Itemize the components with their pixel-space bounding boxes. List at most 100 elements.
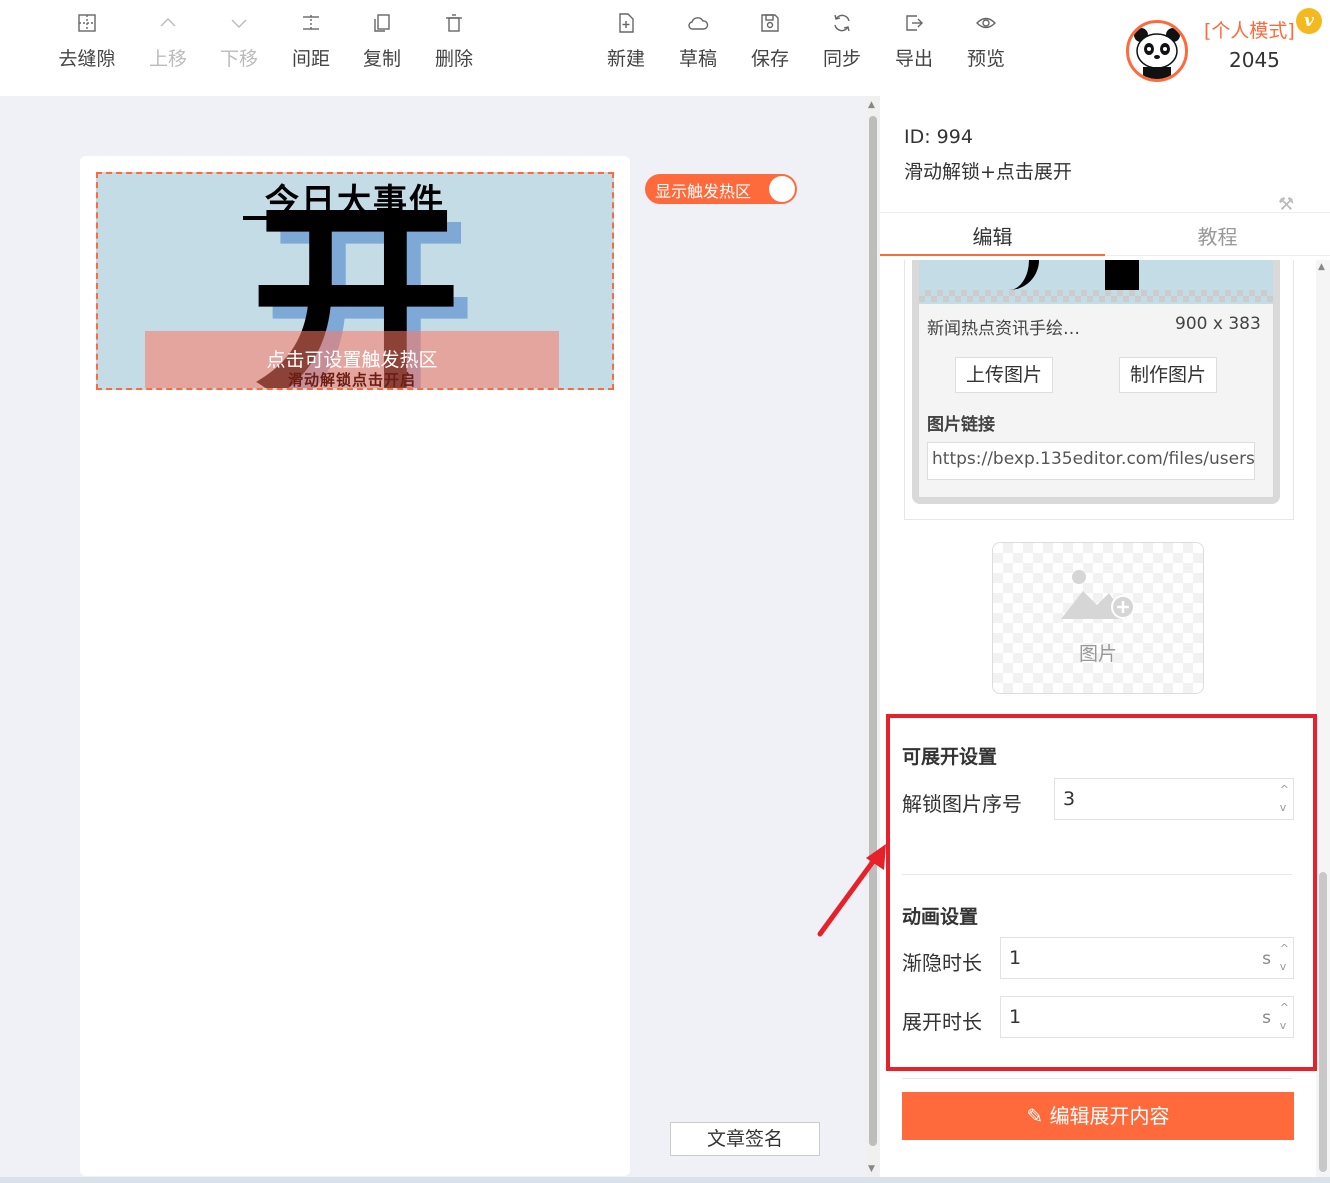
unlock-index-label: 解锁图片序号 bbox=[902, 792, 1022, 816]
article-signature-button[interactable]: 文章签名 bbox=[670, 1122, 820, 1156]
vip-badge-icon: v bbox=[1296, 8, 1322, 34]
bottom-border bbox=[0, 1177, 1330, 1183]
expand-duration-label: 展开时长 bbox=[902, 1010, 982, 1034]
make-image-button[interactable]: 制作图片 bbox=[1119, 357, 1218, 393]
tab-tutorial[interactable]: 教程 bbox=[1105, 221, 1330, 250]
animation-settings-title: 动画设置 bbox=[902, 906, 979, 928]
sync-icon bbox=[807, 12, 877, 42]
unlock-index-value: 3 bbox=[1063, 788, 1076, 810]
save-label: 保存 bbox=[750, 48, 789, 70]
copy-label: 复制 bbox=[362, 48, 401, 70]
stepper-arrows-icon[interactable]: ^ v bbox=[1280, 940, 1289, 976]
panel-scroll-up-icon[interactable]: ▲ bbox=[1318, 262, 1325, 272]
upload-image-button[interactable]: 上传图片 bbox=[955, 357, 1054, 393]
scroll-down-icon[interactable]: ▼ bbox=[868, 1164, 875, 1174]
trash-icon bbox=[419, 12, 489, 42]
grid-icon bbox=[52, 12, 122, 42]
fade-duration-label: 渐隐时长 bbox=[902, 951, 982, 975]
export-label: 导出 bbox=[894, 48, 933, 70]
expand-duration-value: 1 bbox=[1009, 1006, 1022, 1028]
fade-duration-input[interactable]: 1 s ^ v bbox=[1000, 937, 1294, 979]
chevron-up-icon bbox=[133, 12, 203, 42]
properties-panel: ID: 994 滑动解锁+点击展开 ⚒ 编辑 教程 新闻热点资讯手绘… 900 … bbox=[880, 96, 1330, 1183]
stepper-arrows-icon[interactable]: ^ v bbox=[1280, 781, 1289, 817]
image-link-label: 图片链接 bbox=[927, 415, 995, 435]
avatar[interactable] bbox=[1126, 20, 1188, 82]
remove-gap-button[interactable]: 去缝隙 bbox=[52, 12, 122, 71]
hotzone-label: 点击可设置触发热区 bbox=[266, 349, 438, 371]
toolbar: 去缝隙 上移 下移 间距 复制 删除 新建 草稿 保存 同步 导出 预览 [个人… bbox=[0, 0, 1330, 96]
personal-mode-link[interactable]: [个人模式] bbox=[1204, 16, 1295, 43]
banner-underline bbox=[243, 216, 443, 220]
copy-button[interactable]: 复制 bbox=[347, 12, 417, 71]
remove-gap-label: 去缝隙 bbox=[58, 48, 116, 70]
image-name: 新闻热点资讯手绘… bbox=[927, 319, 1080, 339]
user-area: [个人模式] v 2045 bbox=[1126, 8, 1326, 82]
fade-duration-value: 1 bbox=[1009, 947, 1022, 969]
show-hotzone-toggle[interactable]: 显示触发热区 bbox=[645, 174, 797, 204]
section-divider bbox=[902, 1078, 1292, 1079]
panel-scrollbar[interactable]: ▲ bbox=[1316, 260, 1330, 1183]
image-thumbnail[interactable] bbox=[919, 260, 1273, 304]
image-link-input[interactable]: https://bexp.135editor.com/files/users/1… bbox=[927, 442, 1255, 480]
editor-canvas: 开 今日大事件 点击可设置触发热区 滑动解锁点击开启 显示触发热区 文章签名 bbox=[0, 96, 866, 1183]
sync-label: 同步 bbox=[822, 48, 861, 70]
export-icon bbox=[879, 12, 949, 42]
new-file-icon bbox=[591, 12, 661, 42]
trigger-hotzone[interactable]: 点击可设置触发热区 滑动解锁点击开启 bbox=[145, 331, 559, 389]
spacing-label: 间距 bbox=[291, 48, 330, 70]
tab-edit[interactable]: 编辑 bbox=[880, 221, 1105, 250]
hotzone-sublabel: 滑动解锁点击开启 bbox=[287, 371, 416, 389]
section-divider bbox=[902, 874, 1292, 875]
edit-expand-content-button[interactable]: ✎ 编辑展开内容 bbox=[902, 1092, 1294, 1140]
thumbnail-fragment bbox=[1009, 260, 1039, 290]
new-button[interactable]: 新建 bbox=[591, 12, 661, 71]
copy-icon bbox=[347, 12, 417, 42]
chevron-down-icon bbox=[204, 12, 274, 42]
draft-label: 草稿 bbox=[678, 48, 717, 70]
move-up-button[interactable]: 上移 bbox=[133, 12, 203, 71]
expand-duration-unit: s bbox=[1262, 1008, 1271, 1028]
save-icon bbox=[735, 12, 805, 42]
expand-settings-title: 可展开设置 bbox=[902, 746, 998, 768]
image-size: 900 x 383 bbox=[1175, 314, 1261, 334]
canvas-scrollbar[interactable]: ▲ ▼ bbox=[866, 96, 880, 1183]
spacing-button[interactable]: 间距 bbox=[276, 12, 346, 71]
scroll-up-icon[interactable]: ▲ bbox=[868, 100, 875, 110]
preview-label: 预览 bbox=[966, 48, 1005, 70]
add-image-label: 图片 bbox=[1078, 643, 1117, 665]
transparency-pattern bbox=[919, 290, 1273, 302]
cloud-icon bbox=[663, 12, 733, 42]
article-preview: 开 今日大事件 点击可设置触发热区 滑动解锁点击开启 bbox=[80, 156, 630, 1176]
preview-button[interactable]: 预览 bbox=[951, 12, 1021, 71]
export-button[interactable]: 导出 bbox=[879, 12, 949, 71]
expand-duration-input[interactable]: 1 s ^ v bbox=[1000, 996, 1294, 1038]
thumbnail-fragment-2 bbox=[1105, 260, 1139, 290]
image-settings-card: 新闻热点资讯手绘… 900 x 383 上传图片 制作图片 图片链接 https… bbox=[904, 260, 1294, 520]
move-down-button[interactable]: 下移 bbox=[204, 12, 274, 71]
add-image-button[interactable]: 图片 bbox=[992, 542, 1204, 694]
add-image-icon bbox=[1061, 570, 1135, 619]
user-count: 2045 bbox=[1229, 48, 1280, 72]
draft-button[interactable]: 草稿 bbox=[663, 12, 733, 71]
pencil-icon: ✎ bbox=[1026, 1104, 1050, 1128]
slide-unlock-banner[interactable]: 开 今日大事件 点击可设置触发热区 滑动解锁点击开启 bbox=[96, 172, 614, 390]
active-tab-indicator bbox=[880, 254, 1105, 256]
stepper-arrows-icon[interactable]: ^ v bbox=[1280, 999, 1289, 1035]
template-name: 滑动解锁+点击展开 bbox=[904, 161, 1072, 183]
show-hotzone-label: 显示触发热区 bbox=[655, 182, 752, 201]
save-button[interactable]: 保存 bbox=[735, 12, 805, 71]
eye-icon bbox=[951, 12, 1021, 42]
fade-duration-unit: s bbox=[1262, 949, 1271, 969]
sync-button[interactable]: 同步 bbox=[807, 12, 877, 71]
panel-tabs: 编辑 教程 bbox=[880, 212, 1330, 256]
move-down-label: 下移 bbox=[219, 48, 258, 70]
image-item: 新闻热点资讯手绘… 900 x 383 上传图片 制作图片 图片链接 https… bbox=[912, 260, 1280, 504]
spacing-icon bbox=[276, 12, 346, 42]
unlock-index-input[interactable]: 3 ^ v bbox=[1054, 778, 1294, 820]
panel-scroll-thumb[interactable] bbox=[1319, 872, 1327, 1172]
canvas-scroll-thumb[interactable] bbox=[869, 116, 877, 1146]
panda-avatar-icon bbox=[1134, 28, 1180, 79]
delete-button[interactable]: 删除 bbox=[419, 12, 489, 71]
move-up-label: 上移 bbox=[148, 48, 187, 70]
